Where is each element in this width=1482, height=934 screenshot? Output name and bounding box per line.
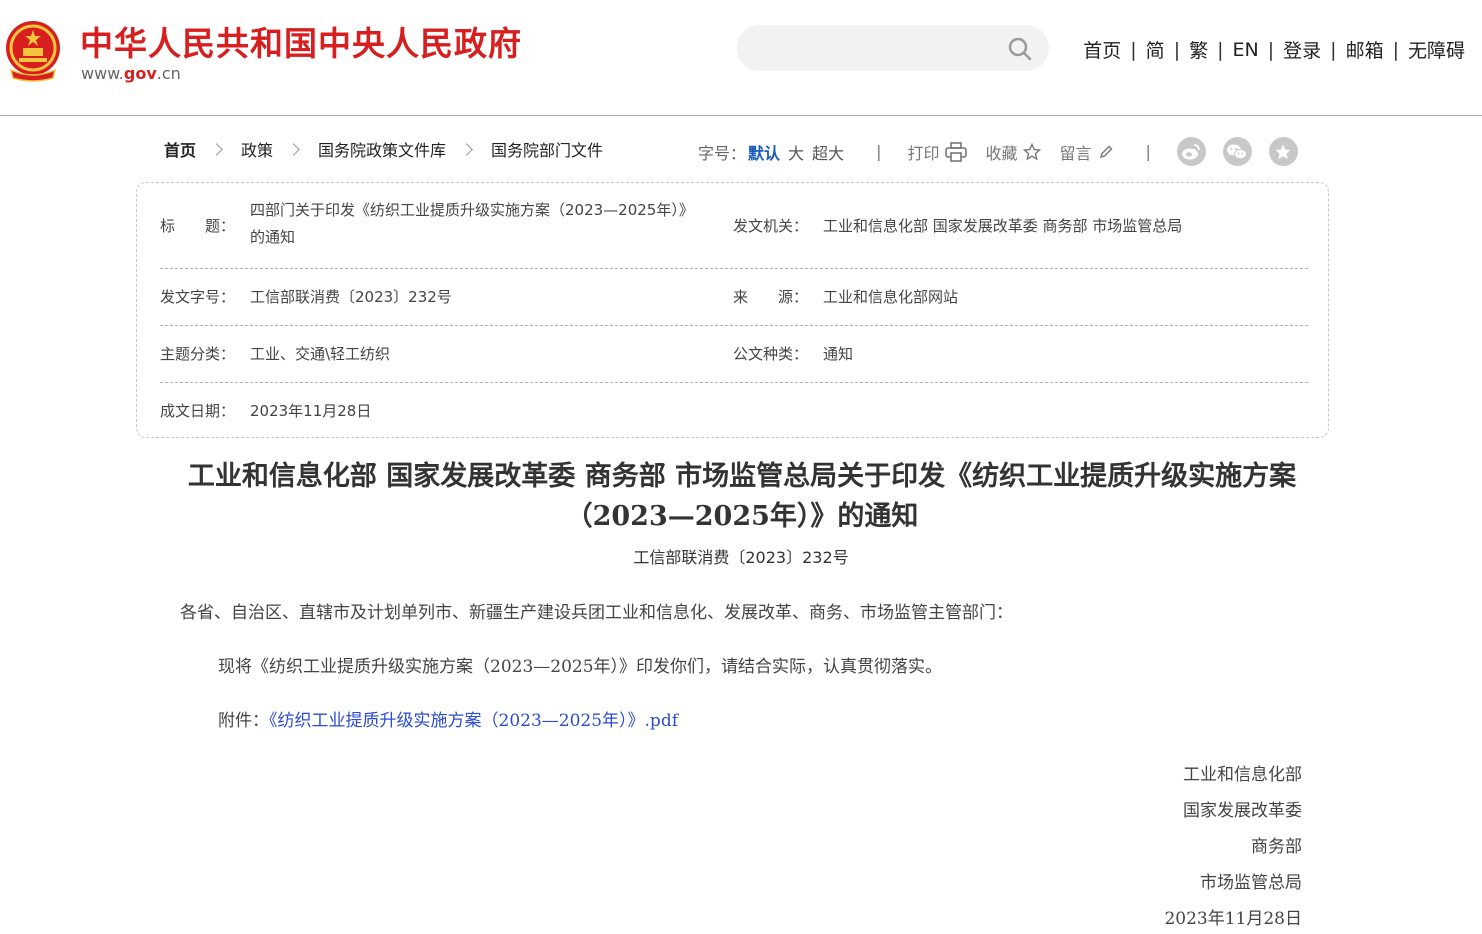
meta-date-label: 成文日期： — [160, 402, 236, 420]
pencil-icon — [1099, 145, 1112, 158]
print-label: 打印 — [907, 143, 940, 163]
printer-icon — [945, 141, 968, 162]
favorite-star-icon — [1275, 144, 1291, 159]
document-metadata: 标 题： 四部门关于印发《纺织工业提质升级实施方案（2023—2025年）》的通… — [136, 182, 1329, 438]
font-size-default[interactable]: 默认 — [748, 140, 780, 164]
meta-date-value: 2023年11月28日 — [250, 402, 372, 420]
article-salutation: 各省、自治区、直辖市及计划单列市、新疆生产建设兵团工业和信息化、发展改革、商务、… — [180, 603, 1013, 623]
signatory-miit: 工业和信息化部 — [1183, 765, 1302, 785]
nav-accessibility[interactable]: 无障碍 — [1408, 36, 1465, 63]
article-body-paragraph: 现将《纺织工业提质升级实施方案（2023—2025年）》印发你们，请结合实际，认… — [218, 657, 943, 677]
nav-separator: | — [1217, 38, 1224, 61]
nav-simplified[interactable]: 简 — [1146, 36, 1165, 63]
font-size-large[interactable]: 大 — [788, 140, 804, 164]
print-button[interactable]: 打印 — [907, 140, 968, 164]
breadcrumb-department-docs[interactable]: 国务院部门文件 — [491, 137, 603, 161]
weibo-icon — [1182, 143, 1201, 159]
meta-docno-value: 工信部联消费〔2023〕232号 — [250, 288, 452, 306]
attachment-label: 附件： — [218, 711, 269, 731]
breadcrumb-home[interactable]: 首页 — [164, 137, 196, 161]
article-title: 工业和信息化部 国家发展改革委 商务部 市场监管总局关于印发《纺织工业提质升级实… — [187, 461, 1297, 532]
site-url-prefix: www. — [81, 64, 124, 83]
meta-title-label: 标 题： — [160, 217, 236, 235]
article-doc-number: 工信部联消费〔2023〕232号 — [633, 548, 849, 567]
meta-title-value: 四部门关于印发《纺织工业提质升级实施方案（2023—2025年）》的通知 — [250, 201, 694, 246]
signature-date: 2023年11月28日 — [1164, 909, 1302, 929]
nav-separator: | — [1130, 38, 1137, 61]
site-url-gov: gov — [123, 64, 157, 83]
meta-issuer-label: 发文机关： — [733, 217, 809, 235]
attachment-link[interactable]: 《纺织工业提质升级实施方案（2023—2025年）》.pdf — [269, 711, 678, 731]
signatory-mofcom: 商务部 — [1251, 837, 1302, 857]
nav-separator: | — [1267, 38, 1275, 61]
chevron-right-icon — [460, 142, 473, 156]
meta-source-value: 工业和信息化部网站 — [823, 288, 959, 306]
article-tools: 字号： 默认 大 超大 | 打印 收藏 留言 | — [698, 137, 1315, 166]
nav-home[interactable]: 首页 — [1083, 36, 1121, 63]
search-icon[interactable] — [1007, 36, 1033, 62]
meta-row-date: 成文日期： 2023年11月28日 — [160, 382, 1308, 437]
site-header: 中华人民共和国中央人民政府 www.gov.cn 首页 | 简 | 繁 | EN… — [0, 0, 1482, 116]
meta-row-title: 标 题： 四部门关于印发《纺织工业提质升级实施方案（2023—2025年）》的通… — [160, 183, 1308, 269]
breadcrumb: 首页 政策 国务院政策文件库 国务院部门文件 — [164, 137, 603, 161]
search-input[interactable] — [737, 25, 1049, 71]
nav-separator: | — [1173, 38, 1181, 61]
star-icon — [1023, 142, 1042, 160]
comment-button[interactable]: 留言 — [1059, 140, 1113, 164]
nav-english[interactable]: EN — [1233, 39, 1259, 61]
top-nav: 首页 | 简 | 繁 | EN | 登录 | 邮箱 | 无障碍 — [1083, 36, 1465, 63]
favorite-label: 收藏 — [985, 143, 1018, 163]
site-url-suffix: .cn — [156, 64, 181, 83]
national-emblem-icon[interactable] — [3, 18, 63, 82]
favorite-share-button[interactable] — [1268, 137, 1298, 166]
meta-docno-label: 发文字号： — [160, 288, 236, 306]
signatory-samr: 市场监管总局 — [1200, 873, 1302, 893]
meta-row-docno: 发文字号： 工信部联消费〔2023〕232号 来 源： 工业和信息化部网站 — [160, 268, 1308, 326]
nav-traditional[interactable]: 繁 — [1189, 36, 1208, 63]
font-size-label: 字号： — [698, 143, 747, 163]
favorite-button[interactable]: 收藏 — [985, 140, 1042, 164]
wechat-icon — [1227, 144, 1248, 159]
comment-label: 留言 — [1059, 143, 1092, 163]
nav-separator: | — [1330, 38, 1337, 61]
site-title[interactable]: 中华人民共和国中央人民政府 — [80, 17, 522, 65]
breadcrumb-policy[interactable]: 政策 — [241, 137, 273, 161]
tools-separator: | — [1145, 142, 1151, 161]
tools-separator: | — [876, 142, 882, 161]
meta-source-label: 来 源： — [733, 288, 809, 306]
meta-type-label: 公文种类： — [733, 345, 809, 363]
nav-separator: | — [1392, 38, 1399, 61]
article-attachment: 附件：《纺织工业提质升级实施方案（2023—2025年）》.pdf — [218, 706, 678, 731]
site-url: www.gov.cn — [81, 64, 181, 83]
breadcrumb-policy-library[interactable]: 国务院政策文件库 — [318, 137, 446, 161]
font-size-xlarge[interactable]: 超大 — [812, 140, 844, 164]
meta-issuer-value: 工业和信息化部 国家发展改革委 商务部 市场监管总局 — [823, 217, 1183, 235]
weibo-share-button[interactable] — [1176, 137, 1206, 166]
meta-type-value: 通知 — [823, 345, 854, 363]
signatory-ndrc: 国家发展改革委 — [1183, 801, 1302, 821]
meta-row-topic: 主题分类： 工业、交通\轻工纺织 公文种类： 通知 — [160, 325, 1308, 383]
chevron-right-icon — [210, 142, 223, 156]
chevron-right-icon — [287, 142, 300, 156]
meta-topic-value: 工业、交通\轻工纺织 — [250, 345, 391, 363]
meta-topic-label: 主题分类： — [160, 345, 236, 363]
nav-login[interactable]: 登录 — [1283, 36, 1321, 63]
wechat-share-button[interactable] — [1222, 137, 1252, 166]
nav-mail[interactable]: 邮箱 — [1346, 36, 1384, 63]
